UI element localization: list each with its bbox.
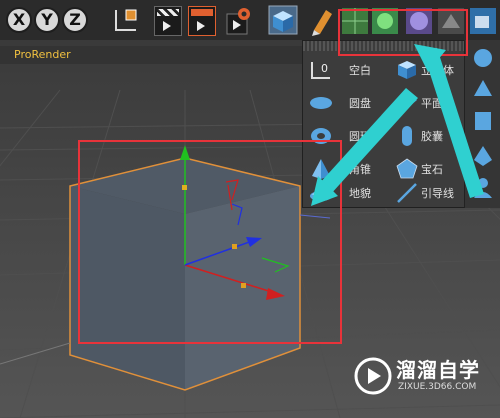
watermark: 溜溜自学 ZIXUE.3D66.COM <box>354 352 500 402</box>
watermark-url: ZIXUE.3D66.COM <box>398 382 477 392</box>
watermark-logo-icon <box>354 357 392 395</box>
watermark-title: 溜溜自学 <box>396 358 480 382</box>
